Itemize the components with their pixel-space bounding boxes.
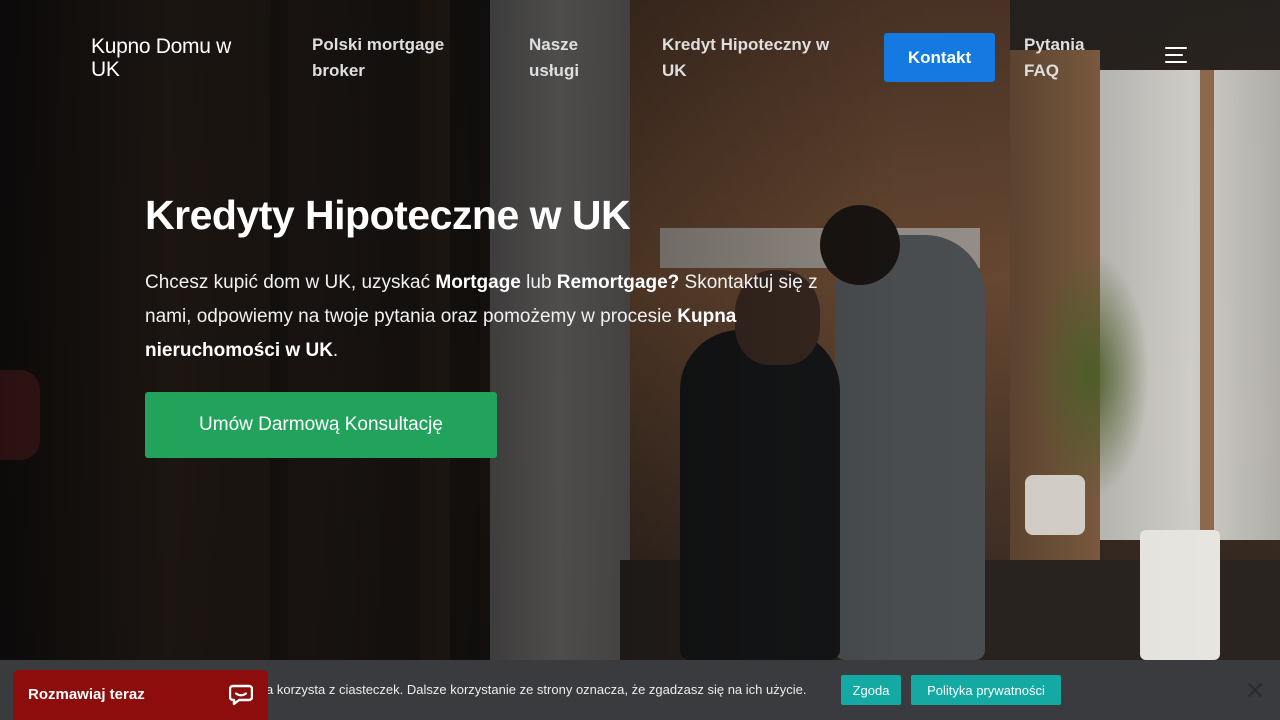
chat-widget-label: Rozmawiaj teraz [28, 686, 145, 703]
free-consultation-button[interactable]: Umów Darmową Konsultację [145, 392, 497, 458]
privacy-policy-button[interactable]: Polityka prywatności [911, 675, 1061, 705]
chat-widget[interactable]: Rozmawiaj teraz [13, 670, 268, 720]
nav-item-nasze-uslugi[interactable]: Nasze usługi [529, 32, 599, 84]
site-logo[interactable]: Kupno Domu w UK [91, 35, 261, 81]
cookie-accept-button[interactable]: Zgoda [841, 675, 901, 705]
nav-item-kredyt-hipoteczny[interactable]: Kredyt Hipoteczny w UK [662, 32, 842, 84]
hero-text-bold: Mortgage [435, 272, 521, 293]
hamburger-menu-icon[interactable] [1165, 46, 1189, 66]
hero-description: Chcesz kupić dom w UK, uzyskać Mortgage … [145, 266, 825, 368]
hero-text-part: Chcesz kupić dom w UK, uzyskać [145, 272, 436, 293]
hero-text-part: lub [520, 272, 557, 293]
contact-button[interactable]: Kontakt [884, 33, 995, 82]
cookie-notice-text: a korzysta z ciasteczek. Dalsze korzysta… [266, 682, 807, 697]
chat-bubble-icon [229, 684, 253, 706]
close-icon[interactable] [1248, 683, 1262, 697]
hero-title: Kredyty Hipoteczne w UK [145, 192, 631, 238]
hero-text-bold: Remortgage? [556, 272, 680, 293]
nav-item-polski-mortgage-broker[interactable]: Polski mortgage broker [312, 32, 482, 84]
site-header: Kupno Domu w UK Polski mortgage broker N… [0, 0, 1280, 115]
nav-item-faq[interactable]: Pytania FAQ [1024, 32, 1104, 84]
hero-text-part: . [332, 340, 339, 361]
